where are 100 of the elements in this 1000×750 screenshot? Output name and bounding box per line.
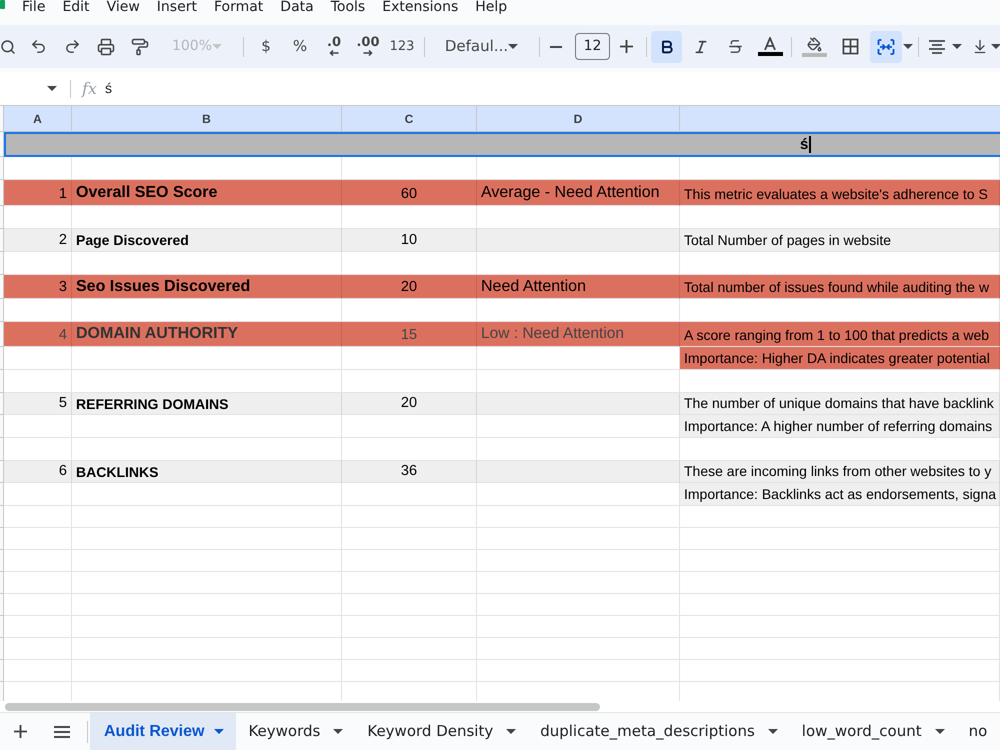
table-cell: 20 [342,275,477,299]
sheet-tab[interactable]: Keyword Density [355,713,528,750]
menu-icon [54,726,70,738]
increase-decimals-button[interactable]: .00 [351,30,385,62]
empty-cell [4,528,72,550]
table-cell: 1 [4,180,72,206]
empty-cell [4,415,72,438]
caret-icon [991,44,1000,49]
row-header[interactable] [0,229,4,252]
text-cursor-icon [809,136,812,153]
row-header[interactable] [0,461,4,483]
row-header[interactable] [0,660,4,682]
empty-cell [4,616,72,638]
table-cell: 15 [342,322,477,347]
row-header[interactable] [0,370,4,393]
table-cell: Importance: A higher number of referring domains [680,415,1000,438]
row-header[interactable] [0,299,4,322]
menu-item[interactable]: File [22,0,46,15]
add-icon [14,725,26,738]
table-cell: This metric evaluates a website's adherence to S [680,180,1000,206]
paint-bucket-icon [806,36,822,52]
table-cell: 3 [4,275,72,299]
row-header[interactable] [0,638,4,660]
menu-item[interactable]: Edit [62,0,90,15]
empty-cell [4,483,72,506]
number-format-button[interactable]: 123 [385,30,419,62]
table-cell: REFERRING DOMAINS [72,393,342,415]
row-header[interactable] [0,157,4,180]
print-icon [97,38,115,56]
cell-text: ś [800,137,808,152]
table-cell: Importance: Higher DA indicates greater potential [680,347,1000,370]
borders-icon [842,38,858,55]
row-header[interactable] [0,438,4,461]
menu-item[interactable]: View [106,0,140,15]
font-size-field[interactable]: 12 [575,33,610,60]
font-dropdown[interactable]: Defaul... [430,30,535,62]
menu-item[interactable]: Tools [330,0,366,15]
row-header[interactable] [0,180,4,206]
sheet-tab[interactable]: Keywords [236,713,356,750]
menu-item[interactable]: Format [214,0,264,15]
table-cell: Overall SEO Score [72,180,342,206]
table-cell: DOMAIN AUTHORITY [72,322,342,347]
align-center-icon [928,38,946,54]
row-header[interactable] [0,206,4,229]
caret-icon [214,729,224,734]
row-header[interactable] [0,506,4,528]
sheet-tab[interactable]: low_word_count [790,713,957,750]
bold-button[interactable] [651,30,682,62]
row-header[interactable] [0,106,4,132]
italic-icon [693,38,709,54]
row-header[interactable] [0,528,4,550]
redo-icon [64,38,80,55]
row-header[interactable] [0,132,4,157]
search-icon [0,38,16,54]
text-color-icon [763,37,777,50]
strikethrough-icon [726,38,744,55]
table-cell: Average - Need Attention [477,180,680,206]
menu-item[interactable]: Insert [156,0,197,15]
row-header[interactable] [0,616,4,638]
table-cell: Seo Issues Discovered [72,275,342,299]
row-header[interactable] [0,252,4,275]
empty-cell [4,347,72,370]
row-header[interactable] [0,275,4,299]
number-format-button[interactable]: % [283,30,317,62]
row-header[interactable] [0,594,4,616]
plus-icon [620,40,632,53]
menu-item[interactable]: Data [280,0,314,15]
undo-icon [30,38,46,55]
sheet-tab[interactable]: no [956,713,988,750]
table-cell: Low : Need Attention [477,322,680,347]
row-header[interactable] [0,550,4,572]
empty-cell [4,572,72,594]
merge-cells-button[interactable] [870,30,902,62]
empty-cell [4,660,72,682]
table-cell: Total Number of pages in website [680,229,1000,252]
row-header[interactable] [0,483,4,506]
table-cell: 20 [342,393,477,415]
table-cell: Total number of issues found while auditing the w [680,275,1000,299]
row-header[interactable] [0,322,4,347]
merge-icon [877,38,895,56]
row-header[interactable] [0,393,4,415]
caret-icon [333,729,344,734]
selected-cell[interactable]: ś [4,132,1000,157]
formula-input[interactable]: ś [104,76,1000,102]
row-header[interactable] [0,415,4,438]
sheet-tab[interactable]: duplicate_meta_descriptions [528,713,790,750]
decrease-decimals-button[interactable]: .0 [317,30,351,62]
scrollbar-thumb[interactable] [5,702,600,710]
logo-icon [0,0,5,9]
number-format-button[interactable]: $ [249,30,283,62]
caret-icon [952,44,962,49]
row-header[interactable] [0,572,4,594]
sheet-tab[interactable]: Audit Review [90,713,236,750]
row-header[interactable] [0,347,4,370]
menu-item[interactable]: Help [475,0,508,15]
table-cell: Page Discovered [72,229,342,252]
caret-icon [508,44,518,49]
menu-item[interactable]: Extensions [382,0,458,15]
row-header[interactable] [0,682,4,701]
table-cell: 4 [4,322,72,347]
